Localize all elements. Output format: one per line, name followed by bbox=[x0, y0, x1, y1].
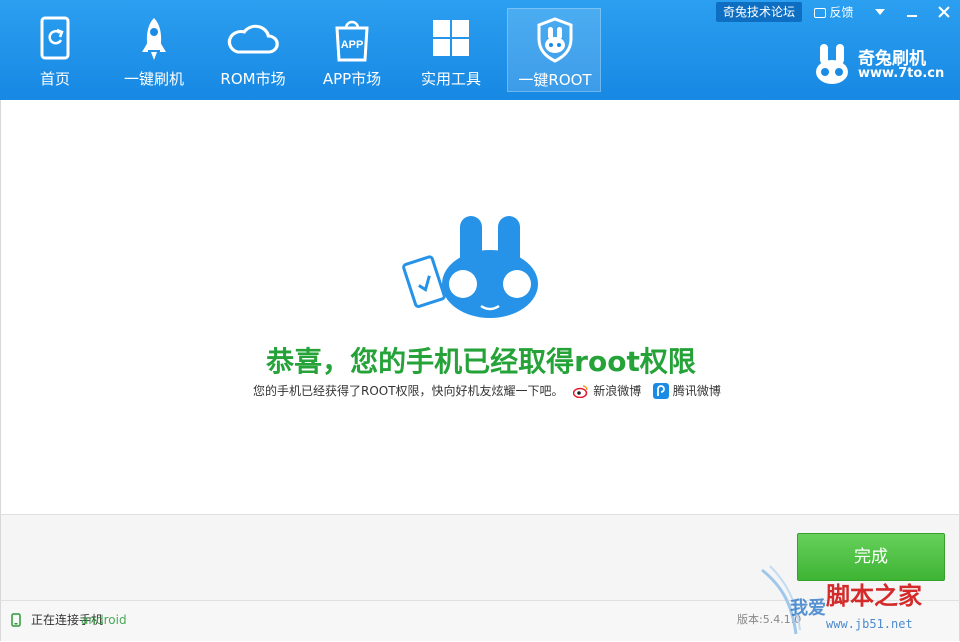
nav-label: 首页 bbox=[39, 70, 70, 88]
share-sina-weibo[interactable]: 新浪微博 bbox=[573, 383, 645, 398]
svg-text:APP: APP bbox=[341, 39, 364, 51]
rabbit-shield-icon bbox=[537, 17, 573, 63]
minimize-icon bbox=[907, 15, 917, 17]
nav-one-click-root[interactable]: 一键ROOT bbox=[507, 8, 601, 92]
rocket-icon bbox=[142, 18, 166, 60]
forum-link[interactable]: 奇兔技术论坛 bbox=[716, 2, 802, 22]
feedback-button[interactable]: 反馈 bbox=[808, 2, 860, 22]
nav-tools[interactable]: 实用工具 bbox=[404, 8, 498, 92]
watermark-site-text: 脚本之家 bbox=[826, 581, 922, 610]
main-content: 恭喜，您的手机已经取得root权限 您的手机已经获得了ROOT权限，快向好机友炫… bbox=[0, 100, 960, 514]
success-title: 恭喜，您的手机已经取得root权限 bbox=[266, 345, 696, 378]
tencent-weibo-icon bbox=[653, 382, 670, 399]
cloud-icon bbox=[227, 24, 279, 54]
watermark-logo-image: 脚本之家 我爱 www.jb51.net bbox=[761, 565, 922, 635]
comment-icon bbox=[814, 7, 827, 18]
windows-grid-icon bbox=[433, 20, 469, 56]
feedback-label: 反馈 bbox=[829, 5, 854, 20]
nav-label: 一键ROOT bbox=[518, 71, 592, 89]
weibo-icon bbox=[573, 384, 589, 398]
success-subtitle: 您的手机已经获得了ROOT权限，快向好机友炫耀一下吧。 bbox=[253, 384, 564, 398]
app-bag-icon: APP bbox=[335, 20, 369, 62]
android-overlay-text: android bbox=[81, 613, 127, 627]
share-sina-label: 新浪微博 bbox=[593, 384, 642, 398]
close-icon bbox=[938, 6, 950, 18]
nav-one-click-flash[interactable]: 一键刷机 bbox=[107, 8, 201, 92]
watermark-url-text: www.jb51.net bbox=[826, 617, 913, 631]
top-bar: 首页 一键刷机 ROM市场 APP APP市场 实用工具 一键ROOT 奇兔技术… bbox=[0, 0, 960, 100]
rabbit-logo-icon bbox=[816, 44, 848, 84]
watermark: 脚本之家 我爱 www.jb51.net bbox=[760, 560, 956, 638]
menu-dropdown-button[interactable] bbox=[866, 2, 894, 22]
minimize-button[interactable] bbox=[898, 2, 926, 22]
nav-app-market[interactable]: APP APP市场 bbox=[305, 8, 399, 92]
share-tencent-label: 腾讯微博 bbox=[672, 384, 721, 398]
brand-url: www.7to.cn bbox=[858, 66, 945, 81]
phone-refresh-icon bbox=[40, 16, 70, 60]
nav-home[interactable]: 首页 bbox=[8, 8, 102, 92]
share-tencent-weibo[interactable]: 腾讯微博 bbox=[653, 382, 721, 399]
brand-logo: 奇兔刷机 www.7to.cn bbox=[814, 42, 954, 88]
nav-label: 一键刷机 bbox=[123, 70, 184, 88]
nav-label: 实用工具 bbox=[420, 70, 481, 88]
close-button[interactable] bbox=[930, 2, 958, 22]
nav-label: ROM市场 bbox=[220, 70, 286, 88]
connection-status: 正在连接手机android bbox=[31, 611, 127, 628]
nav-rom-market[interactable]: ROM市场 bbox=[206, 8, 300, 92]
watermark-text: 我爱 bbox=[790, 598, 826, 619]
nav-label: APP市场 bbox=[322, 70, 382, 88]
phone-status-icon bbox=[11, 613, 21, 627]
rabbit-mascot-image bbox=[402, 216, 538, 318]
share-line: 您的手机已经获得了ROOT权限，快向好机友炫耀一下吧。 新浪微博 腾讯微博 bbox=[253, 382, 721, 402]
chevron-down-icon bbox=[875, 9, 885, 15]
